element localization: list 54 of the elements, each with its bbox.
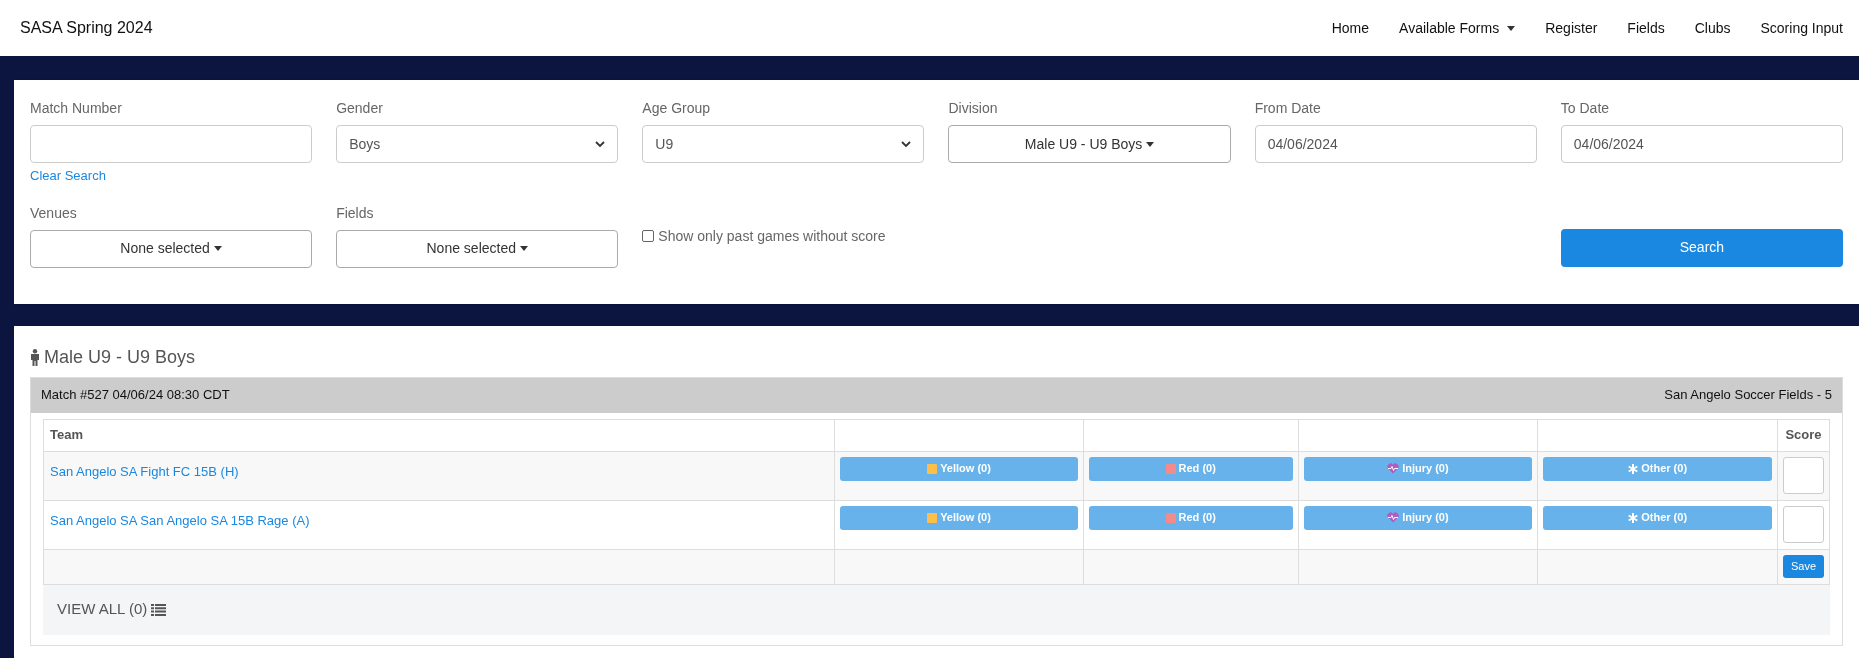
caution-card-icon xyxy=(927,463,938,474)
field-label: From Date xyxy=(1254,99,1322,118)
venue-name: San Angelo Soccer Fields - 5 xyxy=(1664,386,1832,405)
save-button[interactable]: Save xyxy=(1783,555,1824,578)
caret-icon xyxy=(213,246,222,251)
division-title: Male U9 - U9 Boys xyxy=(44,345,196,369)
score-input[interactable] xyxy=(1783,456,1824,494)
list-icon xyxy=(151,603,167,616)
column-header: Team xyxy=(43,419,835,451)
caret-icon xyxy=(1146,141,1155,147)
ejection-card-icon xyxy=(1165,463,1176,474)
nav-link[interactable]: Fields xyxy=(1627,17,1665,39)
field-label: Match Number xyxy=(30,99,123,118)
heartbeat-icon xyxy=(1387,463,1400,474)
chevron-icon xyxy=(595,140,606,148)
checkbox[interactable] xyxy=(642,230,655,242)
from-date-input[interactable]: 04/06/2024 xyxy=(1254,125,1537,163)
caret-icon xyxy=(520,246,528,251)
venues-dropdown[interactable]: None selected xyxy=(30,229,313,268)
nav-link[interactable]: Available Forms xyxy=(1399,17,1516,39)
match-number-input[interactable] xyxy=(30,125,313,163)
asterisk-icon xyxy=(1628,512,1639,523)
asterisk-icon xyxy=(1628,463,1639,474)
person-icon xyxy=(30,348,40,366)
checkbox-label: Show only past games without score xyxy=(658,226,886,246)
division-dropdown[interactable]: Male U9 - U9 Boys xyxy=(948,125,1231,163)
search-button[interactable]: Search xyxy=(1560,228,1843,267)
field-label: Age Group xyxy=(642,99,712,118)
ejection-card-icon xyxy=(1165,512,1176,523)
to-date-input[interactable]: 04/06/2024 xyxy=(1560,125,1843,163)
nav-link[interactable]: Home xyxy=(1331,17,1370,39)
clear-search-link[interactable]: Clear Search xyxy=(30,166,313,186)
team-link[interactable]: San Angelo SA Fight FC 15B (H) xyxy=(50,463,239,479)
score-input[interactable] xyxy=(1783,505,1824,543)
field-label: Gender xyxy=(336,99,384,118)
match-info: Match #527 04/06/24 08:30 CDT xyxy=(41,386,230,405)
field-label: To Date xyxy=(1560,99,1611,118)
nav-link[interactable]: Scoring Input xyxy=(1760,17,1843,39)
nav-link[interactable]: Clubs xyxy=(1694,17,1731,39)
brand-title: SASA Spring 2024 xyxy=(20,18,153,38)
team-link[interactable]: San Angelo SA San Angelo SA 15B Rage (A) xyxy=(50,512,310,528)
fields-dropdown[interactable]: None selected xyxy=(336,229,619,268)
column-header: Score xyxy=(1777,419,1830,451)
field-label: Venues xyxy=(30,203,78,223)
field-label: Division xyxy=(948,99,999,118)
gender-select[interactable]: Boys xyxy=(336,125,619,163)
view-all-link[interactable]: VIEW ALL (0) xyxy=(57,598,167,621)
caution-card-icon xyxy=(927,512,938,523)
field-label: Fields xyxy=(336,203,375,223)
chevron-icon xyxy=(901,140,912,148)
age-group-select[interactable]: U9 xyxy=(642,125,925,163)
caret-icon xyxy=(1507,26,1516,32)
heartbeat-icon xyxy=(1387,512,1400,523)
nav-link[interactable]: Register xyxy=(1545,17,1598,39)
